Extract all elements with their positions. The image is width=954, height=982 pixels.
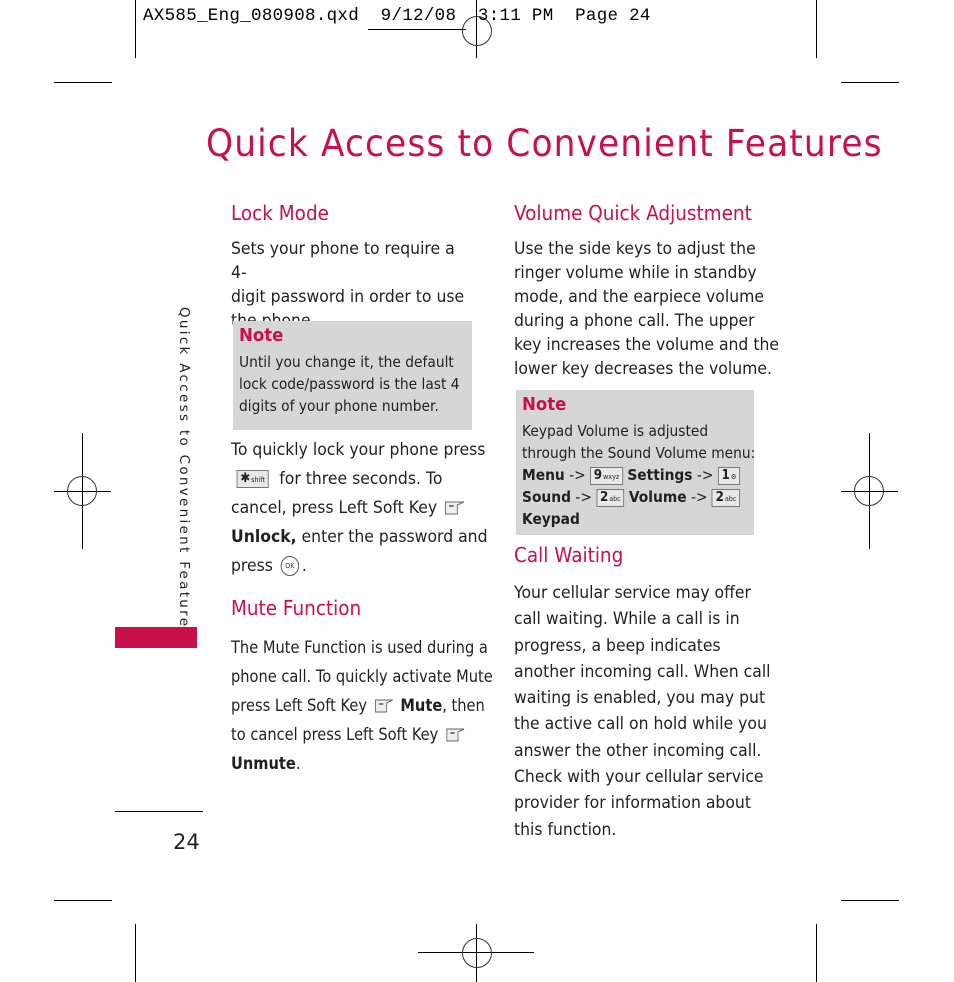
text-line: ✱shift for three seconds. To — [231, 465, 479, 494]
text-line: lock code/password is the last 4 — [239, 375, 460, 393]
registration-mark-circle — [462, 938, 492, 968]
side-tab-bar — [115, 627, 197, 648]
text-line: call waiting. While a call is in — [514, 609, 740, 630]
text-line: Unmute. — [231, 754, 301, 774]
lock-mode-intro: Sets your phone to require a 4- digit pa… — [231, 237, 470, 333]
text-line: Your cellular service may offer — [514, 583, 751, 603]
settings-label: Settings — [627, 466, 693, 484]
mute-label: Mute — [400, 696, 443, 716]
print-slug: AX585_Eng_080908.qxd 9/12/08 3:11 PM Pag… — [143, 6, 651, 26]
note-body: Until you change it, the default lock co… — [239, 351, 460, 417]
text-line: The Mute Function is used during a — [231, 638, 488, 658]
volume-label: Volume — [628, 488, 687, 506]
registration-mark-line — [368, 29, 466, 30]
text-line: Until you change it, the default — [239, 353, 454, 371]
note-body: Keypad Volume is adjusted through the So… — [522, 420, 755, 464]
key-9-icon: 9wxyz — [590, 466, 623, 485]
crop-mark — [54, 82, 112, 83]
menu-path-line: Sound -> 2abc Volume -> 2abc — [522, 486, 741, 508]
text-line: progress, a beep indicates — [514, 635, 721, 656]
call-waiting-body: Your cellular service may offer call wai… — [514, 580, 771, 843]
text-line: Check with your cellular service — [514, 767, 764, 788]
text-line: Unlock, enter the password and — [231, 527, 488, 547]
call-waiting-heading: Call Waiting — [514, 543, 624, 567]
slug-time: 3:11 PM — [477, 6, 554, 26]
lock-mode-heading: Lock Mode — [231, 201, 329, 225]
note-title: Note — [239, 325, 284, 346]
lock-mode-instructions: To quickly lock your phone press ✱shift … — [231, 436, 488, 581]
page-number: 24 — [173, 830, 200, 854]
slug-file: AX585_Eng_080908.qxd — [143, 6, 360, 26]
text-line: waiting is enabled, you may put — [514, 688, 766, 709]
text-line: Sets your phone to require a 4- — [231, 239, 455, 283]
left-soft-key-icon — [446, 728, 465, 742]
text-line: to cancel press Left Soft Key — [231, 721, 489, 750]
menu-path-line: Keypad — [522, 508, 740, 530]
crop-mark — [816, 0, 817, 58]
unlock-label: Unlock, — [231, 527, 297, 547]
text-line: during a phone call. The upper — [514, 311, 755, 331]
menu-path: Menu -> 9wxyz Settings -> 1⚙ Sound -> 2a… — [522, 464, 741, 530]
crop-mark — [841, 82, 899, 83]
ok-key-icon: OK — [280, 556, 300, 576]
text-line: provider for information about — [514, 793, 751, 814]
text-line: the active call on hold while you — [514, 714, 767, 735]
registration-mark-circle — [67, 476, 97, 506]
slug-page: Page 24 — [575, 6, 651, 26]
crop-mark — [816, 924, 817, 982]
text-line: Use the side keys to adjust the — [514, 239, 756, 259]
key-1-icon: 1⚙ — [717, 466, 741, 485]
volume-quick-adjustment-heading: Volume Quick Adjustment — [514, 201, 752, 225]
text-line: press Left Soft Key Mute, then — [231, 696, 485, 716]
key-2-icon: 2abc — [711, 488, 741, 507]
slug-date: 9/12/08 — [380, 6, 457, 26]
crop-mark — [135, 0, 136, 58]
crop-mark — [841, 900, 899, 901]
star-shift-key-icon: ✱shift — [236, 470, 269, 488]
page-title: Quick Access to Convenient Features — [206, 122, 883, 165]
crop-mark — [54, 900, 112, 901]
mute-function-heading: Mute Function — [231, 596, 362, 620]
mute-function-body: The Mute Function is used during a phone… — [231, 634, 493, 779]
side-tab-label: Quick Access to Convenient Features — [176, 307, 192, 638]
volume-note: Note Keypad Volume is adjusted through t… — [516, 390, 755, 535]
menu-label: Menu — [522, 466, 565, 484]
volume-quick-adjustment-body: Use the side keys to adjust the ringer v… — [514, 237, 780, 381]
left-soft-key-icon — [445, 501, 465, 515]
text-line: ringer volume while in standby — [514, 263, 757, 283]
text-line: through the Sound Volume menu: — [522, 444, 756, 462]
text-line: this function. — [514, 819, 617, 840]
left-soft-key-icon — [374, 699, 393, 713]
text-line: cancel, press Left Soft Key — [231, 494, 479, 523]
text-line: mode, and the earpiece volume — [514, 287, 764, 307]
text-line: press OK. — [231, 556, 307, 576]
unmute-label: Unmute — [231, 754, 296, 774]
text-line: another incoming call. When call — [514, 661, 771, 682]
key-2-icon: 2abc — [596, 488, 625, 507]
text-line: digits of your phone number. — [239, 397, 439, 415]
text-line: phone call. To quickly activate Mute — [231, 667, 493, 687]
lock-mode-note: Note Until you change it, the default lo… — [233, 321, 472, 430]
text-line: To quickly lock your phone press — [231, 440, 486, 460]
text-line: Keypad Volume is adjusted — [522, 422, 709, 440]
registration-mark-circle — [854, 476, 884, 506]
menu-path-line: Menu -> 9wxyz Settings -> 1⚙ — [522, 464, 741, 486]
keypad-label: Keypad — [522, 510, 580, 528]
page-number-rule — [115, 811, 203, 812]
text-line: answer the other incoming call. — [514, 740, 762, 761]
sound-label: Sound — [522, 488, 571, 506]
note-title: Note — [522, 394, 567, 415]
crop-mark — [135, 924, 136, 982]
text-line: digit password in order to use — [231, 287, 465, 307]
text-line: lower key decreases the volume. — [514, 359, 772, 379]
text-line: key increases the volume and the — [514, 335, 780, 355]
